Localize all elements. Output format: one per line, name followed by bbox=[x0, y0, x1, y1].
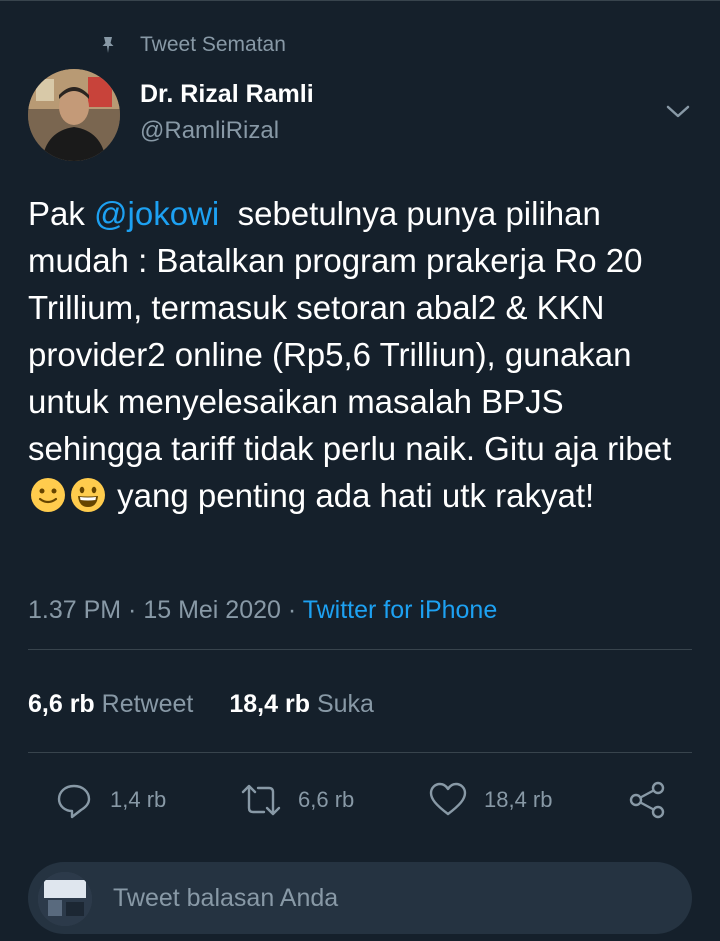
tweet-text-main: sebetulnya punya pilihan mudah : Batalka… bbox=[28, 195, 681, 467]
tweet-text-end: yang penting ada hati utk rakyat! bbox=[108, 477, 595, 514]
divider bbox=[28, 752, 692, 753]
top-divider bbox=[0, 0, 720, 1]
user-avatar bbox=[38, 872, 92, 926]
reply-count: 1,4 rb bbox=[110, 787, 167, 812]
pinned-tweet-indicator: Tweet Sematan bbox=[98, 33, 286, 57]
reply-button[interactable]: 1,4 rb bbox=[54, 780, 166, 820]
retweet-icon bbox=[241, 784, 281, 816]
reply-icon bbox=[57, 784, 91, 819]
heart-icon bbox=[429, 782, 467, 816]
retweets-label: Retweet bbox=[101, 690, 194, 718]
tweet-text: Pak @jokowi sebetulnya punya pilihan mud… bbox=[28, 190, 703, 519]
tweet-date: 15 Mei 2020 bbox=[143, 596, 281, 624]
divider bbox=[28, 649, 692, 650]
retweets-count: 6,6 rb bbox=[28, 690, 95, 718]
retweets-stat[interactable]: 6,6 rb Retweet bbox=[28, 690, 193, 719]
retweet-button[interactable]: 6,6 rb bbox=[240, 780, 354, 820]
reply-input[interactable]: Tweet balasan Anda bbox=[113, 884, 338, 913]
reply-composer[interactable]: Tweet balasan Anda bbox=[28, 862, 692, 934]
likes-count: 18,4 rb bbox=[229, 690, 310, 718]
likes-label: Suka bbox=[316, 690, 374, 718]
author-avatar[interactable] bbox=[28, 69, 120, 161]
author-handle[interactable]: @RamliRizal bbox=[140, 117, 279, 145]
like-button[interactable]: 18,4 rb bbox=[428, 780, 553, 820]
tweet-meta: 1.37 PM · 15 Mei 2020 · Twitter for iPho… bbox=[28, 596, 497, 625]
pinned-label: Tweet Sematan bbox=[140, 33, 286, 56]
author-name[interactable]: Dr. Rizal Ramli bbox=[140, 80, 314, 109]
tweet-source-link[interactable]: Twitter for iPhone bbox=[303, 596, 498, 624]
pin-icon bbox=[98, 35, 118, 55]
chevron-down-icon[interactable] bbox=[664, 102, 692, 122]
mention-link[interactable]: @jokowi bbox=[94, 195, 219, 232]
grinning-face-icon bbox=[71, 478, 105, 512]
tweet-text-prefix: Pak bbox=[28, 195, 95, 232]
share-button[interactable] bbox=[628, 780, 684, 820]
meta-separator: · bbox=[121, 596, 144, 624]
meta-separator: · bbox=[280, 596, 303, 624]
likes-stat[interactable]: 18,4 rb Suka bbox=[229, 690, 374, 719]
retweet-count: 6,6 rb bbox=[298, 787, 355, 812]
engagement-stats: 6,6 rb Retweet 18,4 rb Suka bbox=[28, 690, 374, 719]
action-bar: 1,4 rb 6,6 rb 18,4 rb bbox=[0, 778, 720, 822]
like-count: 18,4 rb bbox=[484, 787, 553, 812]
tweet-time: 1.37 PM bbox=[28, 596, 122, 624]
slightly-smiling-face-icon bbox=[31, 478, 65, 512]
share-icon bbox=[629, 781, 665, 819]
